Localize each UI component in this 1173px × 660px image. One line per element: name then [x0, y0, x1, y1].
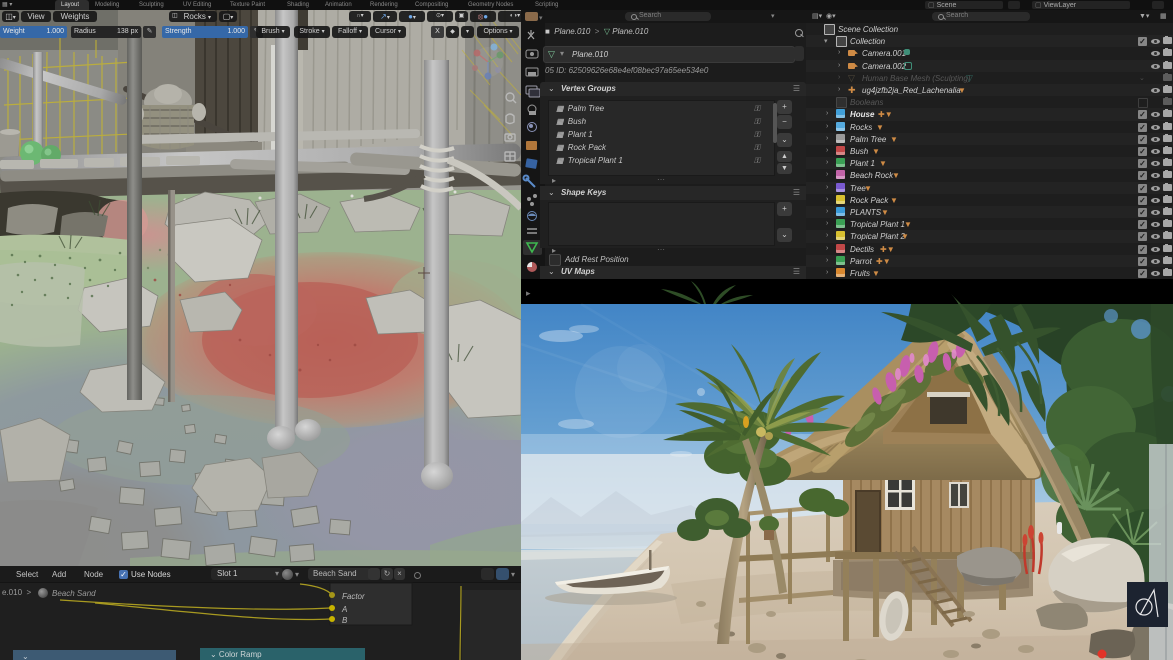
svg-text:⌄ Color Ramp: ⌄ Color Ramp	[210, 650, 262, 659]
svg-text:⌄: ⌄	[22, 652, 29, 660]
svg-text:▸: ▸	[526, 288, 531, 298]
svg-text:Factor: Factor	[342, 592, 365, 601]
svg-text:B: B	[342, 616, 348, 625]
svg-text:A: A	[341, 605, 347, 614]
svg-text:▾: ▾	[539, 15, 543, 22]
